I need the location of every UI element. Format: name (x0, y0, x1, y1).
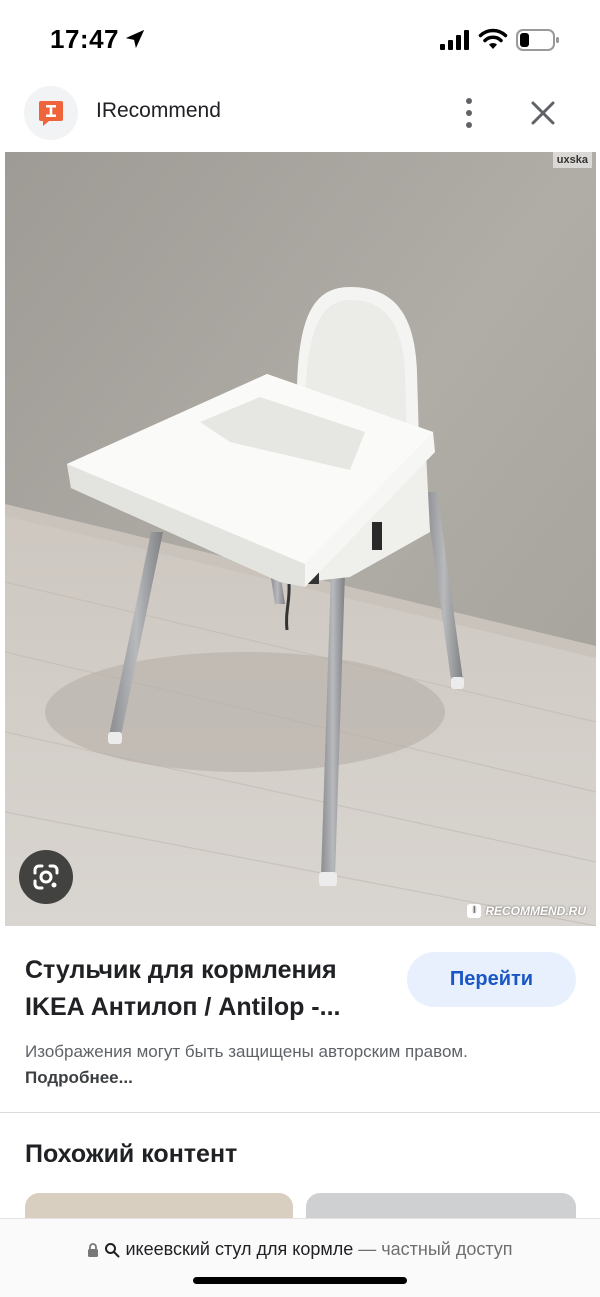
address-bar[interactable]: икеевский стул для кормле — частный дост… (0, 1218, 600, 1297)
watermark-site-label: RECOMMEND.RU (485, 904, 586, 918)
result-image[interactable]: uxska I RECOMMEND.RU (5, 152, 596, 926)
location-arrow-icon (125, 29, 145, 49)
site-name[interactable]: IRecommend (96, 99, 221, 123)
site-header: IRecommend (0, 80, 600, 146)
google-lens-icon (33, 864, 59, 890)
status-time: 17:47 (50, 24, 119, 54)
divider (0, 1112, 600, 1113)
more-vert-icon[interactable] (452, 94, 486, 132)
status-bar: 17:47 (0, 0, 600, 80)
address-row[interactable]: икеевский стул для кормле — частный дост… (0, 1239, 600, 1260)
private-access-label: — частный доступ (358, 1239, 513, 1259)
signal-icon (440, 30, 469, 50)
home-indicator[interactable] (193, 1277, 407, 1284)
result-title[interactable]: Стульчик для кормления IKEA Антилоп / An… (25, 952, 395, 1026)
search-query: икеевский стул для кормле (125, 1239, 354, 1259)
lens-button[interactable] (19, 850, 73, 904)
copyright-notice: Изображения могут быть защищены авторски… (25, 1039, 485, 1091)
wifi-icon (478, 28, 508, 49)
visit-button[interactable]: Перейти (407, 952, 576, 1007)
watermark-user: uxska (552, 152, 592, 168)
copyright-text: Изображения могут быть защищены авторски… (25, 1042, 468, 1061)
result-title-line1: Стульчик для кормления (25, 956, 337, 984)
lock-icon (88, 1243, 99, 1258)
learn-more-link[interactable]: Подробнее... (25, 1068, 133, 1087)
site-logo[interactable] (24, 86, 78, 140)
similar-content-heading: Похожий контент (25, 1140, 238, 1168)
watermark-badge: I (467, 904, 482, 918)
result-title-line2: IKEA Антилоп / Antilop -... (25, 993, 341, 1021)
high-chair-photo (5, 152, 596, 926)
watermark-site: I RECOMMEND.RU (467, 904, 586, 918)
battery-icon (516, 29, 559, 51)
search-icon (105, 1243, 120, 1258)
irecommend-logo-icon (39, 101, 63, 126)
close-icon[interactable] (524, 94, 562, 132)
